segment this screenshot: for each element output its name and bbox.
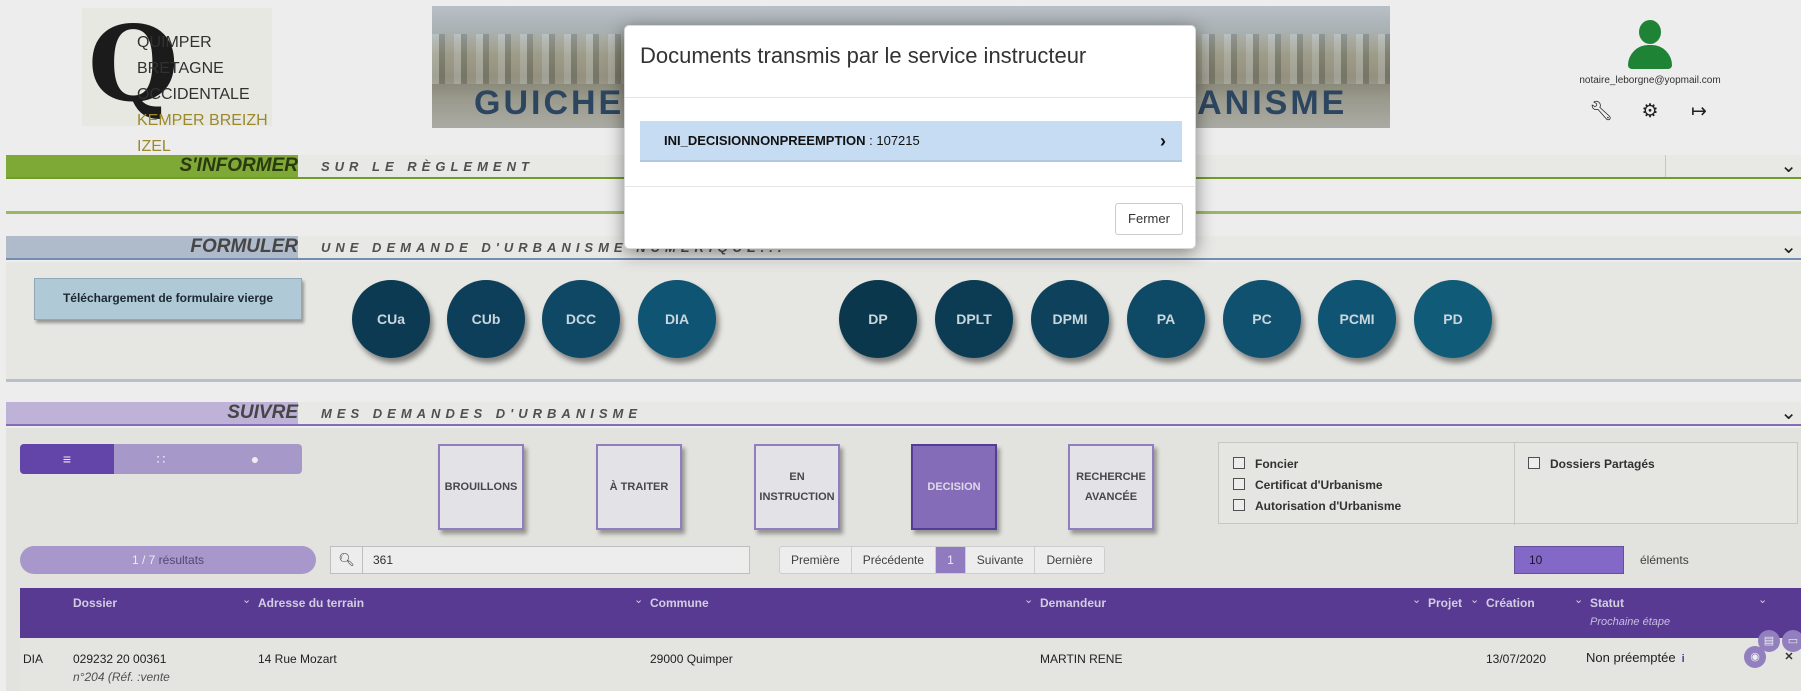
document-item-label: INI_DECISIONNONPREEMPTION : 107215	[664, 121, 920, 161]
divider	[625, 97, 1195, 98]
documents-modal: Documents transmis par le service instru…	[624, 25, 1196, 249]
chevron-right-icon[interactable]: ›	[1160, 121, 1166, 161]
document-item[interactable]: INI_DECISIONNONPREEMPTION : 107215 ›	[640, 121, 1182, 162]
document-code: INI_DECISIONNONPREEMPTION	[664, 133, 866, 148]
modal-title: Documents transmis par le service instru…	[640, 43, 1087, 68]
divider	[625, 186, 1195, 187]
close-button[interactable]: Fermer	[1115, 203, 1183, 235]
document-value: : 107215	[865, 133, 920, 148]
